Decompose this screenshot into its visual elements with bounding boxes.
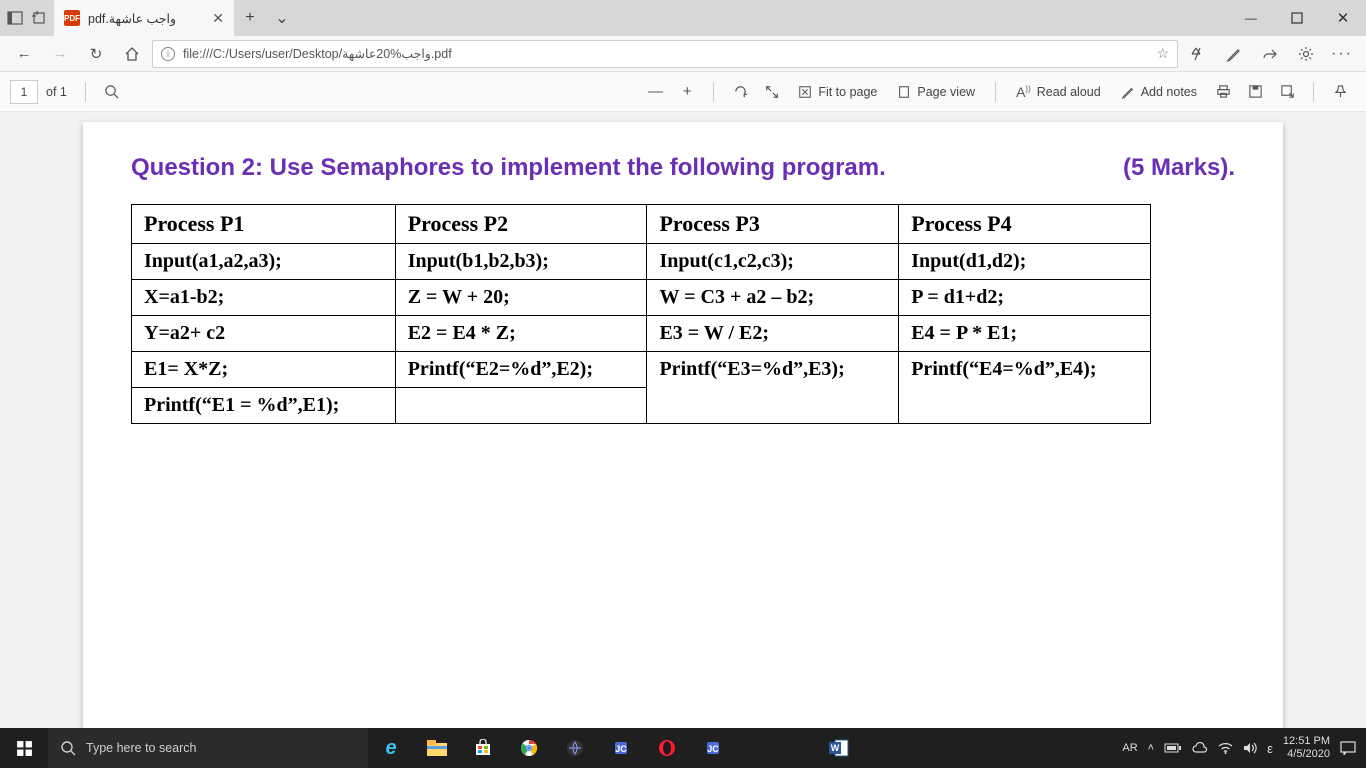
fit-icon — [798, 85, 812, 99]
taskbar-app1-icon[interactable] — [552, 728, 598, 768]
pdf-icon: PDF — [64, 10, 80, 26]
tab-aside-icon[interactable] — [6, 9, 24, 27]
table-row: Y=a2+ c2E2 = E4 * Z;E3 = W / E2;E4 = P *… — [132, 316, 1151, 352]
pdf-viewport[interactable]: Question 2: Use Semaphores to implement … — [0, 112, 1366, 728]
ime-indicator[interactable]: ε — [1267, 741, 1273, 756]
fit-to-page-button[interactable]: Fit to page — [788, 76, 887, 108]
language-indicator[interactable]: AR — [1122, 742, 1137, 754]
forward-button[interactable]: → — [44, 38, 76, 70]
tray-chevron-icon[interactable]: ˄ — [1148, 742, 1154, 754]
site-info-icon[interactable]: i — [161, 47, 175, 61]
saveas-button[interactable] — [1271, 76, 1303, 108]
pdf-toolbar: 1 of 1 — + Fit to page Page view A)) Rea… — [0, 72, 1366, 112]
taskbar-store-icon[interactable] — [460, 728, 506, 768]
date-text: 4/5/2020 — [1283, 748, 1330, 761]
table-row: Input(a1,a2,a3);Input(b1,b2,b3);Input(c1… — [132, 244, 1151, 280]
reading-list-icon[interactable] — [1182, 38, 1214, 70]
cloud-icon[interactable] — [1192, 742, 1208, 754]
table-row: X=a1-b2;Z = W + 20;W = C3 + a2 – b2;P = … — [132, 280, 1151, 316]
clock[interactable]: 12:51 PM 4/5/2020 — [1283, 735, 1330, 760]
search-icon — [60, 740, 76, 756]
taskbar-app3-icon[interactable]: JC — [690, 728, 736, 768]
save-button[interactable] — [1239, 76, 1271, 108]
tab-restore-icon[interactable] — [30, 9, 48, 27]
pageview-label: Page view — [917, 85, 975, 99]
tab-title: pdf.واجب عاشهة — [88, 11, 176, 26]
add-notes-button[interactable]: Add notes — [1111, 76, 1207, 108]
tab-actions — [0, 0, 54, 36]
system-tray: AR ˄ ε 12:51 PM 4/5/2020 — [1112, 735, 1366, 760]
zoom-in-button[interactable]: + — [671, 76, 703, 108]
taskbar-app2-icon[interactable]: JC — [598, 728, 644, 768]
back-button[interactable]: ← — [8, 38, 40, 70]
print-button[interactable] — [1207, 76, 1239, 108]
addnotes-icon — [1121, 85, 1135, 99]
col-header: Process P2 — [395, 205, 647, 244]
read-aloud-button[interactable]: A)) Read aloud — [1006, 76, 1111, 108]
svg-text:JC: JC — [615, 744, 627, 754]
refresh-button[interactable]: ↻ — [80, 38, 112, 70]
process-table: Process P1 Process P2 Process P3 Process… — [131, 204, 1151, 424]
col-header: Process P1 — [132, 205, 396, 244]
rotate-button[interactable] — [724, 76, 756, 108]
battery-icon[interactable] — [1164, 742, 1182, 754]
svg-text:JC: JC — [707, 744, 719, 754]
addnotes-label: Add notes — [1141, 85, 1197, 99]
url-text: file:///C:/Users/user/Desktop/واجب%20عاش… — [183, 46, 452, 61]
taskbar-opera-icon[interactable] — [644, 728, 690, 768]
fit-label: Fit to page — [818, 85, 877, 99]
page-count-label: of 1 — [46, 85, 67, 99]
readaloud-label: Read aloud — [1037, 85, 1101, 99]
share-icon[interactable] — [1254, 38, 1286, 70]
taskbar-search[interactable]: Type here to search — [48, 728, 368, 768]
more-icon[interactable]: ··· — [1326, 38, 1358, 70]
start-button[interactable] — [0, 740, 48, 757]
home-button[interactable] — [116, 38, 148, 70]
browser-tab[interactable]: PDF pdf.واجب عاشهة ✕ — [54, 0, 234, 36]
close-window-button[interactable]: ✕ — [1320, 0, 1366, 36]
col-header: Process P3 — [647, 205, 899, 244]
pdf-page: Question 2: Use Semaphores to implement … — [83, 122, 1283, 728]
taskbar: Type here to search e JC JC W AR ˄ ε 12:… — [0, 728, 1366, 768]
notifications-icon[interactable] — [1340, 741, 1356, 755]
wifi-icon[interactable] — [1218, 742, 1233, 754]
address-bar: ← → ↻ i file:///C:/Users/user/Desktop/وا… — [0, 36, 1366, 72]
pageview-icon — [897, 85, 911, 99]
pin-toolbar-icon[interactable] — [1324, 76, 1356, 108]
find-icon[interactable] — [96, 76, 128, 108]
page-number-input[interactable]: 1 — [10, 80, 38, 104]
favorite-icon[interactable]: ☆ — [1156, 45, 1169, 62]
search-placeholder: Type here to search — [86, 741, 196, 755]
table-header-row: Process P1 Process P2 Process P3 Process… — [132, 205, 1151, 244]
url-field[interactable]: i file:///C:/Users/user/Desktop/واجب%20ع… — [152, 40, 1178, 68]
table-row: E1= X*Z;Printf(“E2=%d”,E2);Printf(“E3=%d… — [132, 352, 1151, 388]
taskbar-apps: e JC JC W — [368, 728, 862, 768]
window-titlebar: PDF pdf.واجب عاشهة ✕ + ⌄ — ✕ — [0, 0, 1366, 36]
time-text: 12:51 PM — [1283, 735, 1330, 748]
taskbar-chrome-icon[interactable] — [506, 728, 552, 768]
question-title: Question 2: Use Semaphores to implement … — [131, 154, 886, 182]
new-tab-button[interactable]: + — [234, 0, 266, 36]
minimize-button[interactable]: — — [1228, 0, 1274, 36]
question-marks: (5 Marks). — [1123, 154, 1235, 182]
close-tab-icon[interactable]: ✕ — [212, 10, 224, 27]
taskbar-explorer-icon[interactable] — [414, 728, 460, 768]
maximize-button[interactable] — [1274, 0, 1320, 36]
volume-icon[interactable] — [1243, 742, 1257, 754]
svg-text:W: W — [831, 743, 840, 753]
col-header: Process P4 — [899, 205, 1151, 244]
zoom-out-button[interactable]: — — [639, 76, 671, 108]
tabs-dropdown-icon[interactable]: ⌄ — [266, 0, 298, 36]
settings-icon[interactable] — [1290, 38, 1322, 70]
taskbar-edge-icon[interactable]: e — [368, 728, 414, 768]
readaloud-icon: A)) — [1016, 84, 1031, 100]
page-view-button[interactable]: Page view — [887, 76, 985, 108]
window-controls: — ✕ — [1228, 0, 1366, 36]
fullscreen-icon[interactable] — [756, 76, 788, 108]
notes-icon[interactable] — [1218, 38, 1250, 70]
taskbar-word-icon[interactable]: W — [816, 728, 862, 768]
